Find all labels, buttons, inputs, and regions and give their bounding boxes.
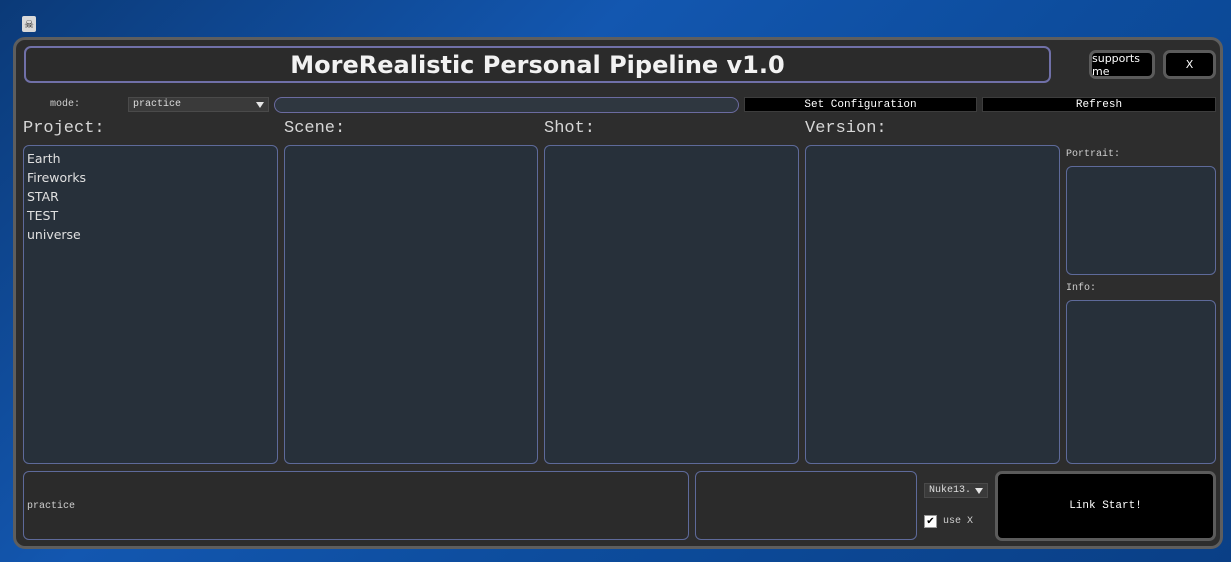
project-list[interactable]: Earth Fireworks STAR TEST universe [23, 145, 278, 464]
chevron-down-icon [975, 487, 983, 494]
window-title: MoreRealistic Personal Pipeline v1.0 [24, 46, 1051, 83]
scene-header: Scene: [284, 119, 346, 138]
portrait-label: Portrait: [1066, 149, 1121, 160]
status-text: practice [27, 501, 76, 512]
software-select-value: Nuke13. [929, 485, 972, 496]
supports-me-button[interactable]: supports me [1089, 50, 1155, 79]
project-item[interactable]: TEST [27, 206, 274, 225]
info-panel [1066, 300, 1216, 464]
use-x-checkbox[interactable]: ✔ [924, 515, 937, 528]
shot-list[interactable] [544, 145, 799, 464]
mode-select-value: practice [133, 99, 182, 110]
use-x-label: use X [943, 516, 974, 527]
notes-panel [695, 471, 917, 540]
portrait-panel [1066, 166, 1216, 275]
close-button[interactable]: X [1163, 50, 1216, 79]
refresh-button[interactable]: Refresh [982, 97, 1216, 112]
project-item[interactable]: Earth [27, 149, 274, 168]
version-header: Version: [805, 119, 887, 138]
chevron-down-icon [256, 101, 264, 108]
project-header: Project: [23, 119, 105, 138]
shot-header: Shot: [544, 119, 596, 138]
scene-list[interactable] [284, 145, 538, 464]
project-item[interactable]: Fireworks [27, 168, 274, 187]
project-item[interactable]: STAR [27, 187, 274, 206]
info-label: Info: [1066, 283, 1097, 294]
project-item[interactable]: universe [27, 225, 274, 244]
use-x-checkbox-row[interactable]: ✔ use X [924, 515, 973, 528]
pipeline-window: MoreRealistic Personal Pipeline v1.0 sup… [13, 37, 1223, 549]
set-configuration-button[interactable]: Set Configuration [744, 97, 977, 112]
link-start-button[interactable]: Link Start! [995, 471, 1216, 541]
mode-select[interactable]: practice [128, 97, 269, 112]
mode-label: mode: [50, 99, 81, 110]
software-select[interactable]: Nuke13. [924, 483, 988, 498]
version-list[interactable] [805, 145, 1060, 464]
path-input[interactable] [274, 97, 739, 113]
desktop-app-icon[interactable]: ☠ [22, 16, 36, 32]
status-panel: practice [23, 471, 689, 540]
